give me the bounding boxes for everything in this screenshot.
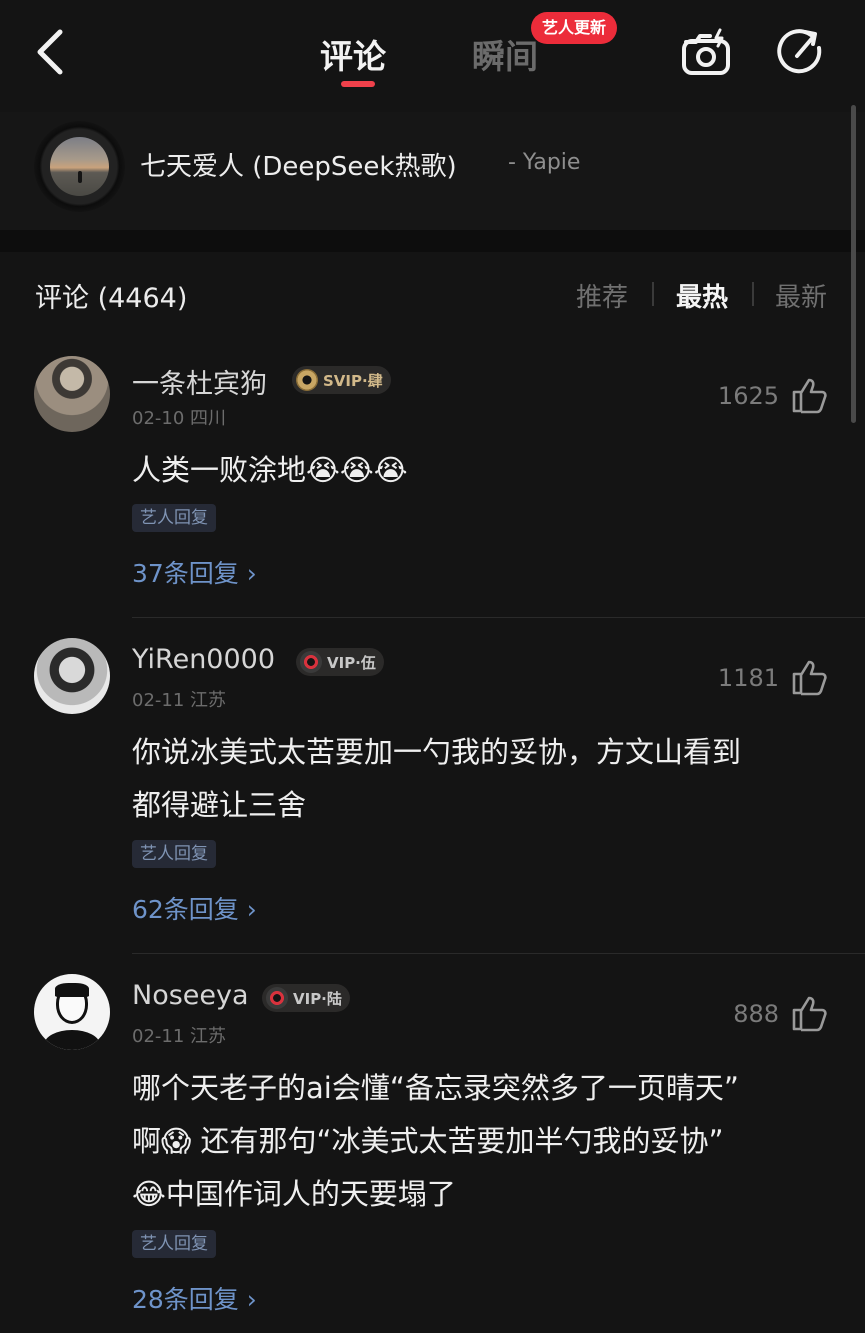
tab-comments[interactable]: 评论: [320, 30, 386, 78]
comments-page: 评论 瞬间 艺人更新 七天爱人 (DeepSeek热歌) - Yapie 评论 …: [0, 0, 865, 1333]
album-cover: [50, 137, 109, 196]
comment-text: 人类一败涂地😭😭😭: [132, 444, 822, 497]
share-icon[interactable]: [775, 26, 827, 78]
artist-update-badge: 艺人更新: [531, 12, 618, 44]
avatar[interactable]: [34, 638, 110, 714]
like-count: 1181: [717, 664, 779, 692]
sort-divider: [652, 282, 654, 306]
comments-header: 评论 (4464) 推荐 最热 最新: [0, 252, 865, 332]
comment-meta: 02-11 江苏: [132, 690, 227, 711]
comment-line: 你说冰美式太苦要加一勺我的妥协，方文山看到: [132, 735, 742, 769]
vip-label: VIP·陆: [293, 989, 342, 1008]
avatar[interactable]: [34, 356, 110, 432]
comments-count: 评论 (4464): [35, 283, 188, 314]
vip-badge: VIP·伍: [296, 648, 384, 676]
scrollbar[interactable]: [851, 105, 856, 423]
comment-text: 哪个天老子的ai会懂“备忘录突然多了一页晴天” 啊😱 还有那句“冰美式太苦要加半…: [132, 1062, 822, 1221]
active-tab-indicator: [341, 81, 375, 87]
sort-newest[interactable]: 最新: [775, 277, 827, 314]
thumbs-up-icon[interactable]: [791, 658, 829, 696]
song-artist[interactable]: - Yapie: [508, 150, 580, 175]
vip-disc-icon: [300, 651, 322, 673]
sort-divider: [752, 282, 754, 306]
artist-reply-tag: 艺人回复: [132, 504, 216, 532]
comment-separator: [132, 953, 865, 954]
comment-line: 😂中国作词人的天要塌了: [132, 1177, 456, 1211]
comment-text: 你说冰美式太苦要加一勺我的妥协，方文山看到 都得避让三舍: [132, 726, 822, 832]
thumbs-up-icon[interactable]: [791, 994, 829, 1032]
top-bar: 评论 瞬间 艺人更新: [0, 0, 865, 110]
username[interactable]: 一条杜宾狗: [132, 362, 267, 401]
comment-meta: 02-10 四川: [132, 408, 227, 429]
album-disc[interactable]: [34, 121, 125, 212]
sort-hottest[interactable]: 最热: [676, 277, 728, 314]
vip-label: VIP·伍: [327, 653, 376, 672]
tab-moments[interactable]: 瞬间: [472, 30, 538, 78]
like-count: 888: [733, 1000, 779, 1028]
vip-badge: SVIP·肆: [292, 366, 391, 394]
comment-line: 啊😱 还有那句“冰美式太苦要加半勺我的妥协”: [132, 1124, 724, 1158]
username[interactable]: Noseeya: [132, 980, 249, 1011]
avatar-body: [44, 1030, 100, 1050]
username[interactable]: YiRen0000: [132, 644, 275, 675]
replies-link[interactable]: 28条回复 ›: [132, 1280, 257, 1316]
cover-figure: [78, 171, 82, 183]
sort-recommended[interactable]: 推荐: [576, 277, 628, 314]
avatar-hair: [55, 983, 89, 997]
camera-icon[interactable]: [680, 26, 732, 78]
comment-line: 人类一败涂地😭😭😭: [132, 453, 408, 487]
back-chevron-icon[interactable]: [30, 26, 74, 78]
song-title: 七天爱人 (DeepSeek热歌): [140, 152, 457, 182]
replies-link[interactable]: 37条回复 ›: [132, 554, 257, 590]
section-divider: [0, 230, 865, 252]
svip-disc-icon: [296, 369, 318, 391]
vip-label: SVIP·肆: [323, 371, 383, 390]
song-header[interactable]: 七天爱人 (DeepSeek热歌) - Yapie: [0, 112, 865, 230]
avatar[interactable]: [34, 974, 110, 1050]
vip-badge: VIP·陆: [262, 984, 350, 1012]
artist-reply-tag: 艺人回复: [132, 840, 216, 868]
comment-meta: 02-11 江苏: [132, 1026, 227, 1047]
replies-link[interactable]: 62条回复 ›: [132, 890, 257, 926]
vip-disc-icon: [266, 987, 288, 1009]
thumbs-up-icon[interactable]: [791, 376, 829, 414]
artist-reply-tag: 艺人回复: [132, 1230, 216, 1258]
comment-separator: [132, 617, 865, 618]
comment-line: 都得避让三舍: [132, 788, 307, 822]
comment-line: 哪个天老子的ai会懂“备忘录突然多了一页晴天”: [132, 1071, 739, 1105]
like-count: 1625: [717, 382, 779, 410]
